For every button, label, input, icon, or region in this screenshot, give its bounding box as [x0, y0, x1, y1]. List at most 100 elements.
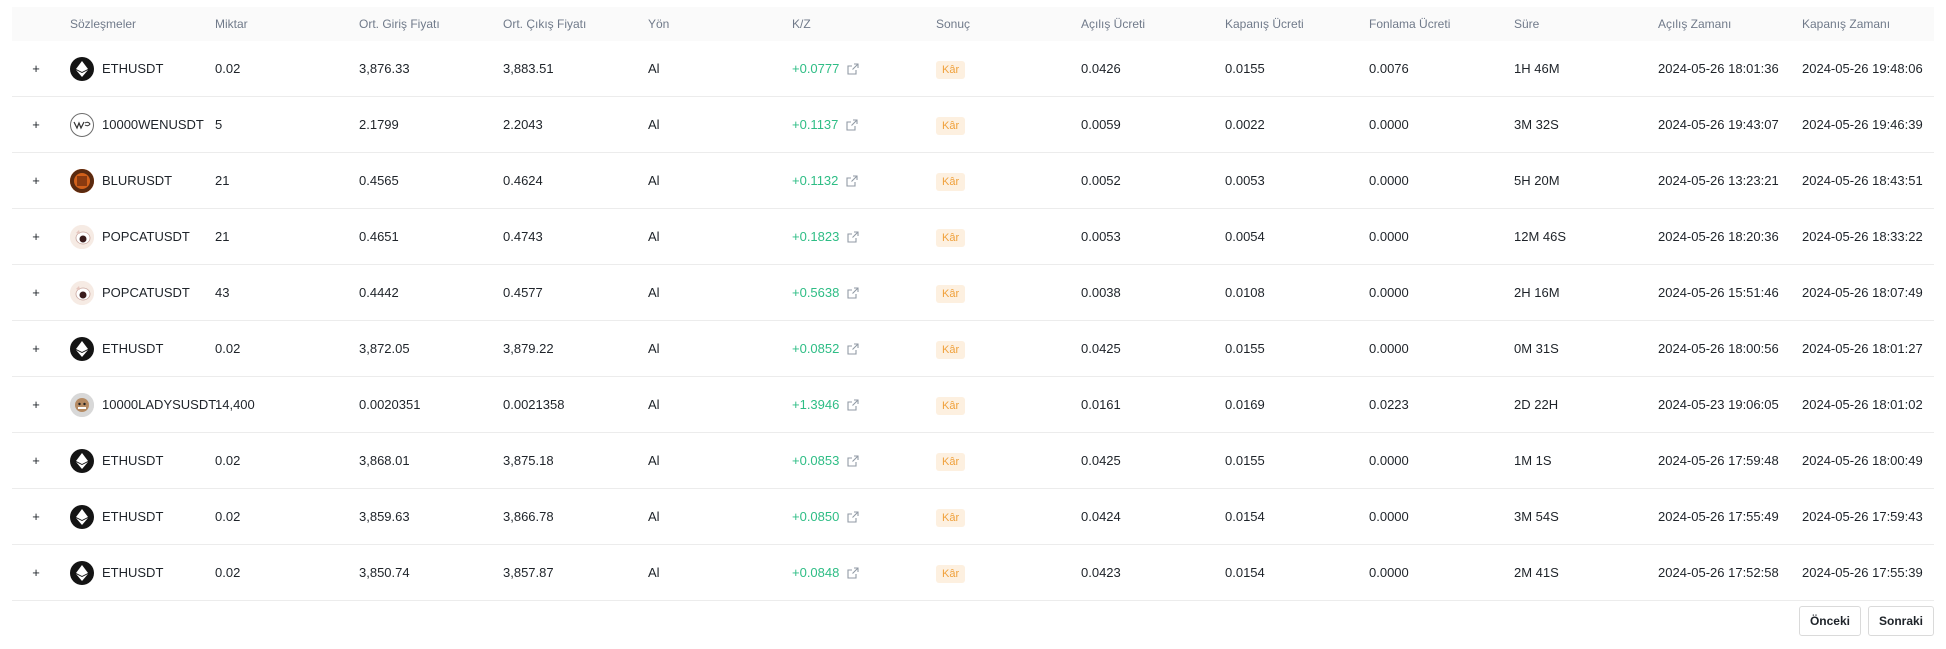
entry-price-cell: 3,868.01 [359, 453, 410, 468]
close-time-cell: 2024-05-26 17:59:43 [1802, 509, 1923, 524]
open-time-cell: 2024-05-26 18:01:36 [1658, 61, 1779, 76]
external-link-icon[interactable] [847, 286, 859, 299]
pnl-value: +0.5638 [792, 285, 840, 300]
duration-cell: 2H 16M [1514, 285, 1560, 300]
duration-cell: 0M 31S [1514, 341, 1559, 356]
contract-name: ETHUSDT [102, 341, 164, 356]
external-link-icon[interactable] [847, 566, 859, 579]
contract-name: ETHUSDT [102, 61, 164, 76]
qty-cell: 0.02 [215, 509, 241, 524]
result-cell: Kâr [936, 97, 966, 152]
result-badge: Kâr [936, 396, 966, 415]
close-time-cell: 2024-05-26 18:00:49 [1802, 453, 1923, 468]
pnl-value: +0.1137 [792, 117, 839, 132]
pnl-cell: +0.0850 [792, 489, 859, 544]
external-link-icon[interactable] [847, 510, 859, 523]
close-time-cell: 2024-05-26 18:33:22 [1802, 229, 1923, 244]
close-time-cell: 2024-05-26 18:01:27 [1802, 341, 1923, 356]
contract-cell: ETHUSDT [70, 545, 163, 600]
entry-price-cell: 0.4565 [359, 173, 399, 188]
open-fee-cell: 0.0059 [1081, 117, 1121, 132]
table-row[interactable]: +10000LADYSUSDT 14,400 0.0020351 0.0021358 A… [12, 377, 1934, 433]
table-row[interactable]: + ETHUSDT 0.02 3,872.05 3,879.22 Al +0.0852 Kâr… [12, 321, 1934, 377]
expand-row-button[interactable]: + [26, 545, 46, 600]
expand-row-button[interactable]: + [26, 489, 46, 544]
header-pnl: K/Z [792, 17, 811, 31]
table-row[interactable]: + ETHUSDT 0.02 3,868.01 3,875.18 Al +0.0853 Kâr… [12, 433, 1934, 489]
external-link-icon[interactable] [847, 398, 859, 411]
open-fee-cell: 0.0426 [1081, 61, 1121, 76]
entry-price-cell: 0.4442 [359, 285, 399, 300]
table-body: + ETHUSDT 0.02 3,876.33 3,883.51 Al +0.0777 Kâr… [12, 41, 1934, 601]
table-row[interactable]: + ETHUSDT 0.02 3,876.33 3,883.51 Al +0.0777 Kâr… [12, 41, 1934, 97]
table-row[interactable]: + POPCATUSDT 21 0.4651 0.4743 Al +0.1823 Kâr 0.0… [12, 209, 1934, 265]
side-cell: Al [648, 397, 660, 412]
table-row[interactable]: + POPCATUSDT 43 0.4442 0.4577 Al +0.5638 Kâr 0.0… [12, 265, 1934, 321]
table-row[interactable]: + BLURUSDT 21 0.4565 0.4624 Al +0.1132 Kâr 0.005… [12, 153, 1934, 209]
expand-row-button[interactable]: + [26, 433, 46, 488]
duration-cell: 1H 46M [1514, 61, 1560, 76]
external-link-icon[interactable] [847, 454, 859, 467]
side-cell: Al [648, 341, 660, 356]
expand-row-button[interactable]: + [26, 377, 46, 432]
exit-price-cell: 3,883.51 [503, 61, 554, 76]
close-time-cell: 2024-05-26 18:43:51 [1802, 173, 1923, 188]
expand-row-button[interactable]: + [26, 265, 46, 320]
external-link-icon[interactable] [846, 118, 858, 131]
funding-fee-cell: 0.0076 [1369, 61, 1409, 76]
pnl-value: +0.1132 [792, 173, 839, 188]
expand-row-button[interactable]: + [26, 153, 46, 208]
expand-row-button[interactable]: + [26, 209, 46, 264]
exit-price-cell: 3,879.22 [503, 341, 554, 356]
popcat-icon [70, 224, 94, 249]
side-cell: Al [648, 61, 660, 76]
result-cell: Kâr [936, 209, 966, 264]
expand-row-button[interactable]: + [26, 97, 46, 152]
external-link-icon[interactable] [847, 342, 859, 355]
blur-icon [70, 168, 94, 193]
table-row[interactable]: + ETHUSDT 0.02 3,859.63 3,866.78 Al +0.0850 Kâr… [12, 489, 1934, 545]
qty-cell: 5 [215, 117, 223, 132]
result-cell: Kâr [936, 321, 966, 376]
close-time-cell: 2024-05-26 18:07:49 [1802, 285, 1923, 300]
pnl-cell: +0.1132 [792, 153, 858, 208]
qty-cell: 0.02 [215, 61, 241, 76]
next-page-button[interactable]: Sonraki [1867, 606, 1934, 636]
result-cell: Kâr [936, 545, 966, 600]
open-time-cell: 2024-05-26 18:00:56 [1658, 341, 1779, 356]
open-time-cell: 2024-05-26 17:59:48 [1658, 453, 1779, 468]
contract-cell: ETHUSDT [70, 489, 163, 544]
ethereum-icon [70, 504, 94, 529]
pnl-value: +0.0852 [792, 341, 840, 356]
external-link-icon[interactable] [846, 174, 858, 187]
previous-page-button[interactable]: Önceki [1798, 606, 1861, 636]
external-link-icon[interactable] [847, 230, 859, 243]
table-row[interactable]: + ETHUSDT 0.02 3,850.74 3,857.87 Al +0.0848 Kâr… [12, 545, 1934, 601]
close-time-cell: 2024-05-26 18:01:02 [1802, 397, 1923, 412]
result-badge: Kâr [936, 116, 966, 135]
header-qty: Miktar [215, 17, 248, 31]
ethereum-icon [70, 560, 94, 585]
funding-fee-cell: 0.0000 [1369, 453, 1409, 468]
duration-cell: 3M 54S [1514, 509, 1559, 524]
table-row[interactable]: +10000WENUSDT 5 2.1799 2.2043 Al +0.1137 Kâr 0.… [12, 97, 1934, 153]
open-fee-cell: 0.0052 [1081, 173, 1121, 188]
side-cell: Al [648, 173, 660, 188]
exit-price-cell: 0.0021358 [503, 397, 565, 412]
expand-row-button[interactable]: + [26, 41, 46, 96]
side-cell: Al [648, 117, 660, 132]
duration-cell: 1M 1S [1514, 453, 1552, 468]
pnl-value: +0.0850 [792, 509, 840, 524]
contract-cell: POPCATUSDT [70, 265, 190, 320]
duration-cell: 3M 32S [1514, 117, 1559, 132]
expand-row-button[interactable]: + [26, 321, 46, 376]
external-link-icon[interactable] [847, 62, 859, 75]
close-fee-cell: 0.0155 [1225, 341, 1265, 356]
result-cell: Kâr [936, 265, 966, 320]
open-time-cell: 2024-05-26 17:55:49 [1658, 509, 1779, 524]
trade-history-table: Sözleşmeler Miktar Ort. Giriş Fiyatı Ort… [12, 7, 1934, 601]
pagination: Önceki Sonraki [1798, 606, 1934, 636]
pnl-value: +0.0853 [792, 453, 840, 468]
contract-cell: ETHUSDT [70, 433, 163, 488]
header-contract: Sözleşmeler [70, 17, 137, 31]
